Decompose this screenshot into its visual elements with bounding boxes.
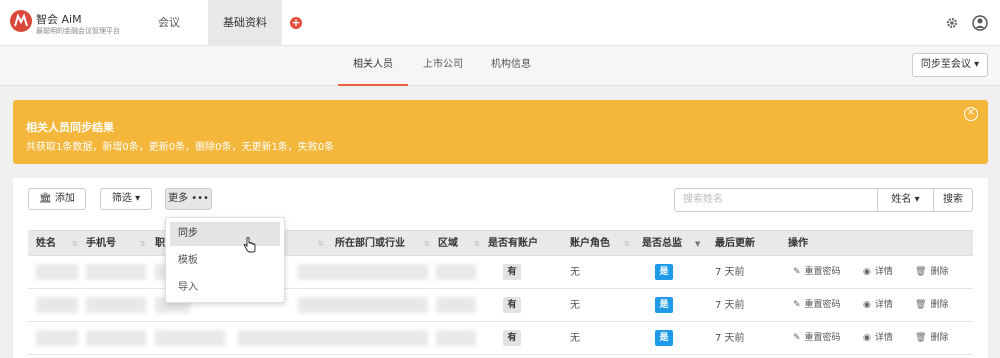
edit-icon: ✎	[793, 300, 801, 310]
people-panel: 🏛 添加 筛选 ▾ 更多 ••• 搜索姓名 姓名 ▾ 搜索 姓名 ⇅ 手机号 ⇅…	[13, 178, 988, 358]
bank-icon: 🏛	[39, 193, 55, 204]
nav-meeting[interactable]: 会议	[136, 0, 202, 46]
logo-mark-icon	[14, 13, 28, 27]
menu-item-sync[interactable]: 同步	[170, 222, 280, 246]
redacted-region	[436, 297, 476, 313]
plus-circle-icon[interactable]: +	[290, 17, 302, 29]
col-title[interactable]: 职	[155, 231, 165, 257]
edit-icon: ✎	[793, 267, 801, 277]
has-account-badge: 有	[503, 297, 521, 313]
gear-icon[interactable]	[945, 16, 959, 30]
tab-listed-companies[interactable]: 上市公司	[412, 46, 474, 86]
sort-desc-icon[interactable]: ▼	[695, 240, 700, 248]
delete-link[interactable]: 🗑 删除	[915, 256, 948, 289]
trash-icon: 🗑	[915, 267, 927, 277]
detail-link[interactable]: ◉ 详情	[863, 289, 893, 322]
top-navbar: 智会 AiM 最聪明的金融会议管理平台 会议 基础资料 +	[0, 0, 1000, 46]
col-region[interactable]: 区域	[438, 231, 458, 257]
nav-base-data[interactable]: 基础资料	[208, 0, 282, 46]
trash-icon: 🗑	[915, 300, 927, 310]
last-updated-cell: 7 天前	[715, 267, 745, 278]
account-role-cell: 无	[570, 300, 580, 311]
redacted-department	[298, 264, 428, 280]
sort-icon[interactable]: ⇅	[318, 240, 324, 248]
sync-to-meeting-button[interactable]: 同步至会议 ▾	[912, 53, 988, 77]
sub-navbar: 相关人员 上市公司 机构信息 同步至会议 ▾	[0, 46, 1000, 86]
search-input[interactable]: 搜索姓名	[674, 188, 878, 212]
eye-icon: ◉	[863, 300, 871, 310]
search-button[interactable]: 搜索	[934, 188, 973, 212]
eye-icon: ◉	[863, 267, 871, 277]
redacted-title	[155, 330, 225, 346]
menu-item-template[interactable]: 模板	[170, 249, 280, 273]
eye-icon: ◉	[863, 333, 871, 343]
col-actions: 操作	[788, 238, 808, 249]
delete-link[interactable]: 🗑 删除	[915, 289, 948, 322]
col-department[interactable]: 所在部门或行业	[335, 231, 405, 257]
trash-icon: 🗑	[915, 333, 927, 343]
hand-cursor-icon	[243, 237, 256, 253]
has-account-badge: 有	[503, 330, 521, 346]
col-last-updated[interactable]: 最后更新	[715, 231, 755, 257]
last-updated-cell: 7 天前	[715, 300, 745, 311]
app-logo[interactable]	[10, 10, 32, 32]
reset-password-link[interactable]: ✎ 重置密码	[793, 256, 841, 289]
search-field-select[interactable]: 姓名 ▾	[878, 188, 934, 212]
is-director-badge: 是	[655, 330, 673, 346]
tab-related-people[interactable]: 相关人员	[338, 46, 408, 86]
alert-message: 共获取1条数据，新增0条，更新0条，删除0条，无更新1条，失败0条	[26, 142, 335, 153]
redacted-region	[436, 330, 476, 346]
redacted-name	[36, 297, 78, 313]
filter-button[interactable]: 筛选 ▾	[100, 188, 152, 210]
sort-icon[interactable]: ⇅	[424, 240, 430, 248]
more-button[interactable]: 更多 •••	[165, 188, 212, 210]
reset-password-link[interactable]: ✎ 重置密码	[793, 289, 841, 322]
col-is-director[interactable]: 是否总监	[642, 231, 682, 257]
reset-password-link[interactable]: ✎ 重置密码	[793, 322, 841, 355]
redacted-name	[36, 264, 78, 280]
close-icon[interactable]: ✕	[964, 107, 978, 121]
menu-item-import[interactable]: 导入	[170, 276, 280, 300]
redacted-phone	[86, 264, 146, 280]
sort-icon[interactable]: ⇅	[474, 240, 480, 248]
redacted-phone	[86, 297, 146, 313]
sort-icon[interactable]: ⇅	[140, 240, 146, 248]
redacted-department	[238, 330, 428, 346]
redacted-name	[36, 330, 78, 346]
redacted-department	[298, 297, 428, 313]
edit-icon: ✎	[793, 333, 801, 343]
user-circle-icon[interactable]	[972, 15, 988, 31]
col-phone[interactable]: 手机号	[86, 231, 116, 257]
col-name[interactable]: 姓名	[36, 231, 56, 257]
brand-title: 智会 AiM	[36, 13, 82, 26]
brand-subtitle: 最聪明的金融会议管理平台	[36, 27, 120, 35]
add-button[interactable]: 🏛 添加	[28, 188, 86, 210]
redacted-phone	[86, 330, 146, 346]
detail-link[interactable]: ◉ 详情	[863, 256, 893, 289]
redacted-region	[436, 264, 476, 280]
account-role-cell: 无	[570, 333, 580, 344]
is-director-badge: 是	[655, 297, 673, 313]
detail-link[interactable]: ◉ 详情	[863, 322, 893, 355]
sync-result-alert: 相关人员同步结果 共获取1条数据，新增0条，更新0条，删除0条，无更新1条，失败…	[13, 100, 988, 164]
col-account-role[interactable]: 账户角色	[570, 231, 610, 257]
sort-icon[interactable]: ⇅	[624, 240, 630, 248]
is-director-badge: 是	[655, 264, 673, 280]
last-updated-cell: 7 天前	[715, 333, 745, 344]
tab-institution-info[interactable]: 机构信息	[480, 46, 542, 86]
delete-link[interactable]: 🗑 删除	[915, 322, 948, 355]
account-role-cell: 无	[570, 267, 580, 278]
sort-icon[interactable]: ⇅	[72, 240, 78, 248]
table-row[interactable]: 有 无 是 7 天前 ✎ 重置密码 ◉ 详情 🗑 删除	[28, 322, 973, 355]
more-dropdown-menu: 同步 模板 导入	[165, 217, 285, 303]
col-has-account[interactable]: 是否有账户	[488, 231, 538, 257]
alert-title: 相关人员同步结果	[26, 121, 114, 134]
has-account-badge: 有	[503, 264, 521, 280]
